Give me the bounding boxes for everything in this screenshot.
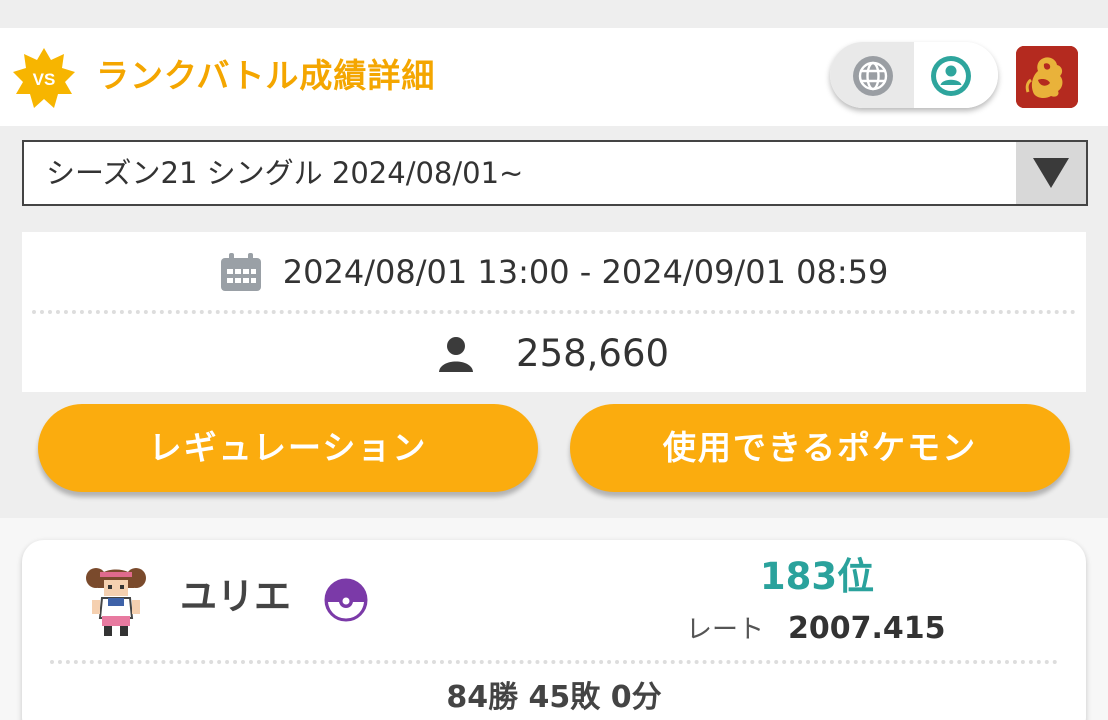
- globe-icon: [853, 56, 893, 96]
- view-toggle: [830, 42, 998, 108]
- win-loss-record: 84勝 45敗 0分: [446, 680, 662, 715]
- usable-pokemon-button[interactable]: 使用できるポケモン: [570, 404, 1070, 492]
- player-result-card[interactable]: ユリエ 183位 レート 2007.415 84勝 45敗 0分: [22, 540, 1086, 720]
- rate-label: レート: [686, 615, 765, 645]
- trainer-sprite-icon: [86, 568, 146, 636]
- user-circle-icon: [931, 56, 971, 96]
- season-select-arrow[interactable]: [1016, 142, 1086, 204]
- player-count-row: 258,660: [22, 316, 1086, 392]
- season-info-panel: 2024/08/01 13:00 - 2024/09/01 08:59 258,…: [22, 232, 1086, 392]
- divider: [32, 310, 1076, 314]
- global-view-button[interactable]: [830, 42, 914, 108]
- season-period: 2024/08/01 13:00 - 2024/09/01 08:59: [282, 253, 889, 291]
- player-rank: 183位: [759, 555, 875, 598]
- dropdown-arrow-icon: [1033, 158, 1069, 188]
- person-icon: [438, 337, 473, 372]
- player-count: 258,660: [516, 332, 670, 375]
- card-divider: [50, 660, 1058, 664]
- app-header: VS ランクバトル成績詳細: [0, 28, 1108, 126]
- status-bar-strip: [0, 0, 1108, 28]
- season-select[interactable]: シーズン21 シングル 2024/08/01~: [22, 140, 1088, 206]
- player-name: ユリエ: [180, 575, 291, 618]
- calendar-icon: [220, 253, 261, 291]
- vs-badge-text: VS: [33, 70, 56, 89]
- season-period-row: 2024/08/01 13:00 - 2024/09/01 08:59: [22, 232, 1086, 312]
- rate-value: 2007.415: [788, 611, 946, 646]
- vs-badge-icon: VS: [12, 46, 76, 110]
- season-area: シーズン21 シングル 2024/08/01~: [0, 126, 1108, 218]
- poke-ball-icon: [324, 578, 368, 622]
- my-view-button[interactable]: [914, 42, 998, 108]
- page-title: ランクバトル成績詳細: [96, 56, 436, 95]
- regulation-button[interactable]: レギュレーション: [38, 404, 538, 492]
- season-select-value: シーズン21 シングル 2024/08/01~: [46, 156, 524, 190]
- trainer-avatar-icon[interactable]: [1016, 46, 1078, 108]
